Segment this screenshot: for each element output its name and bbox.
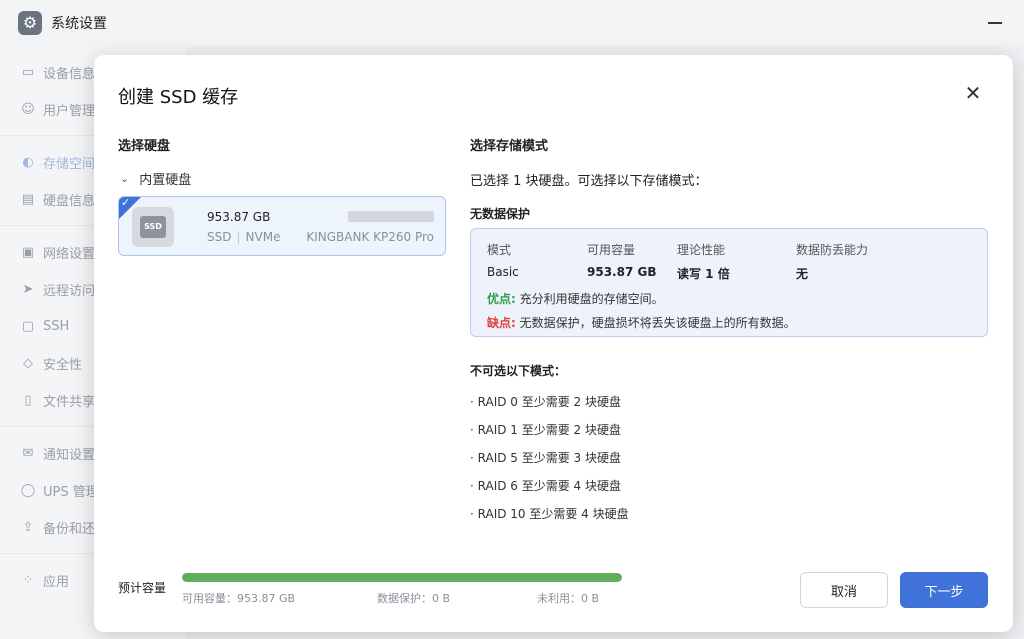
usable-capacity-label: 可用容量：953.87 GB: [182, 592, 296, 605]
ups-icon: ◯: [20, 482, 36, 498]
protection-label: 数据保护：0 B: [377, 592, 451, 605]
sidebar-divider: [0, 426, 94, 427]
sidebar-item-label: 文件共享: [43, 394, 96, 410]
sidebar-item-label: 通知设置: [43, 447, 96, 463]
cancel-button[interactable]: 取消: [800, 572, 888, 608]
disk-model: KINGBANK KP260 Pro: [306, 230, 434, 244]
disk-serial-redacted: [348, 211, 434, 222]
ssh-icon: ▢: [21, 318, 35, 334]
minimize-button[interactable]: [988, 22, 1002, 24]
internal-disk-group-toggle[interactable]: ⌄ 内置硬盘: [120, 169, 191, 188]
value-mode: Basic: [487, 265, 519, 279]
apps-icon: ⁘: [22, 572, 34, 588]
basic-mode-option[interactable]: 模式 可用容量 理论性能 数据防丢能力 Basic 953.87 GB 读写 1…: [470, 228, 988, 337]
mode-group-title: 无数据保护: [470, 207, 531, 221]
dialog-title: 创建 SSD 缓存: [118, 87, 239, 108]
sidebar-item-label: 应用: [43, 574, 70, 590]
shield-icon: ◇: [23, 355, 33, 371]
sidebar-item-label: SSH: [43, 318, 70, 334]
sidebar-item-label: 设备信息: [43, 66, 96, 82]
sidebar-divider: [0, 553, 94, 554]
gear-icon: ⚙: [18, 11, 42, 35]
cons-text: 无数据保护，硬盘损坏将丢失该硬盘上的所有数据。: [519, 316, 796, 330]
header-mode: 模式: [487, 243, 512, 257]
pros-text: 充分利用硬盘的存储空间。: [519, 292, 664, 306]
capacity-bar-fill: [182, 573, 622, 582]
disk-card[interactable]: ✓ SSD 953.87 GB SSD | NVMe KINGBANK KP260 …: [118, 196, 446, 256]
network-icon: ▣: [21, 244, 35, 260]
user-icon: ☺: [21, 101, 35, 117]
backup-icon: ⇪: [22, 519, 34, 535]
select-disk-title: 选择硬盘: [118, 139, 171, 154]
header-performance: 理论性能: [677, 243, 726, 257]
sidebar-divider: [0, 135, 94, 136]
window-titlebar: ⚙ 系统设置: [0, 0, 1024, 46]
cons-key: 缺点:: [487, 316, 516, 330]
device-icon: ▭: [21, 64, 35, 80]
close-icon[interactable]: ✕: [963, 83, 983, 103]
file-icon: ▯: [24, 392, 32, 408]
sidebar-item-label: UPS 管理: [43, 484, 99, 500]
unavailable-title: 不可选以下模式：: [470, 364, 567, 378]
pros-key: 优点:: [487, 292, 516, 306]
value-protection: 无: [796, 267, 809, 281]
sidebar-item-label: 安全性: [43, 357, 83, 373]
raid-item: · RAID 6 至少需要 4 块硬盘: [470, 479, 621, 493]
disk-interface: NVMe: [245, 230, 281, 244]
next-button[interactable]: 下一步: [900, 572, 988, 608]
window-title: 系统设置: [51, 16, 107, 32]
check-icon: ✓: [121, 196, 131, 209]
sidebar-item-label: 网络设置: [43, 246, 96, 262]
divider: |: [236, 230, 241, 244]
raid-item: · RAID 1 至少需要 2 块硬盘: [470, 423, 621, 437]
remote-icon: ➤: [22, 281, 34, 297]
select-mode-title: 选择存储模式: [470, 139, 549, 154]
value-capacity: 953.87 GB: [587, 265, 657, 279]
capacity-bar: [182, 573, 622, 582]
raid-item: · RAID 10 至少需要 4 块硬盘: [470, 507, 629, 521]
raid-item: · RAID 0 至少需要 2 块硬盘: [470, 395, 621, 409]
disk-media-type: SSD: [207, 230, 232, 244]
sidebar-divider: [0, 225, 94, 226]
mail-icon: ✉: [22, 445, 34, 461]
header-capacity: 可用容量: [587, 243, 636, 257]
selection-summary: 已选择 1 块硬盘。可选择以下存储模式：: [470, 174, 708, 189]
sidebar-item-label: 用户管理: [43, 103, 96, 119]
pros-line: 优点: 充分利用硬盘的存储空间。: [487, 290, 664, 307]
estimate-label: 预计容量: [118, 581, 167, 595]
create-ssd-cache-dialog: 创建 SSD 缓存 ✕ 选择硬盘 ⌄ 内置硬盘 ✓ SSD 953.87 GB …: [94, 55, 1013, 632]
sidebar-item-label: 存储空间: [43, 156, 96, 172]
disk-icon: ▤: [21, 191, 35, 207]
value-performance: 读写 1 倍: [677, 267, 730, 281]
storage-icon: ◐: [22, 154, 34, 170]
chevron-down-icon: ⌄: [120, 172, 130, 185]
cons-line: 缺点: 无数据保护，硬盘损坏将丢失该硬盘上的所有数据。: [487, 314, 796, 331]
ssd-badge: SSD: [140, 216, 166, 238]
disk-group-label: 内置硬盘: [139, 173, 192, 188]
disk-type: SSD | NVMe: [207, 230, 280, 244]
sidebar-item-label: 远程访问: [43, 283, 96, 299]
unused-label: 未利用：0 B: [537, 592, 600, 605]
header-protection: 数据防丢能力: [796, 243, 869, 257]
disk-size: 953.87 GB: [207, 210, 271, 224]
sidebar-item-label: 硬盘信息: [43, 193, 96, 209]
ssd-disk-icon: SSD: [132, 207, 174, 247]
raid-item: · RAID 5 至少需要 3 块硬盘: [470, 451, 621, 465]
